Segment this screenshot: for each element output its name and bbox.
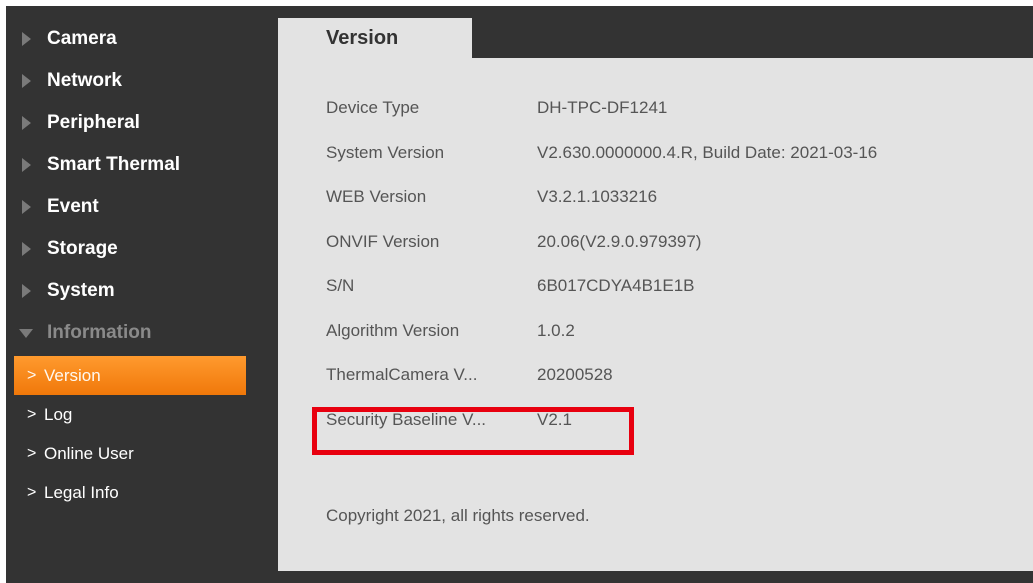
sidebar-subitem-label: Legal Info xyxy=(44,483,119,502)
sidebar-item-label: Storage xyxy=(47,238,118,259)
sidebar-subitem-legal-info[interactable]: > Legal Info xyxy=(14,473,246,512)
sidebar-item-peripheral[interactable]: Peripheral xyxy=(6,102,276,144)
sidebar-item-label: Network xyxy=(47,70,122,91)
info-value: DH-TPC-DF1241 xyxy=(537,98,668,117)
info-label: System Version xyxy=(326,142,445,162)
app-frame: Camera Network Peripheral Smart Thermal … xyxy=(6,6,1033,583)
info-value: 20200528 xyxy=(537,365,613,384)
sidebar-item-network[interactable]: Network xyxy=(6,60,276,102)
triangle-right-icon xyxy=(22,284,31,298)
sidebar-subitem-label: Online User xyxy=(44,444,134,463)
info-value: 20.06(V2.9.0.979397) xyxy=(537,231,702,251)
info-label: Device Type xyxy=(326,98,420,117)
triangle-right-icon xyxy=(22,242,31,256)
sidebar-subitem-log[interactable]: > Log xyxy=(14,395,246,434)
sidebar-item-label: System xyxy=(47,280,115,301)
chevron-right-icon: > xyxy=(27,367,37,384)
triangle-right-icon xyxy=(22,200,31,214)
chevron-right-icon: > xyxy=(27,484,37,501)
sidebar-item-smart-thermal[interactable]: Smart Thermal xyxy=(6,144,276,186)
triangle-right-icon xyxy=(22,74,31,88)
triangle-right-icon xyxy=(22,116,31,130)
version-panel: Device Type DH-TPC-DF1241 System Version… xyxy=(278,58,1033,571)
info-label: Algorithm Version xyxy=(326,320,460,340)
sidebar-item-storage[interactable]: Storage xyxy=(6,228,276,270)
info-label: ONVIF Version xyxy=(326,231,440,251)
chevron-right-icon: > xyxy=(27,445,37,462)
triangle-right-icon xyxy=(22,32,31,46)
highlight-box xyxy=(312,407,634,455)
triangle-down-icon xyxy=(19,329,33,338)
triangle-right-icon xyxy=(22,158,31,172)
sidebar-item-label: Smart Thermal xyxy=(47,154,181,175)
info-value: V3.2.1.1033216 xyxy=(537,187,658,206)
sidebar: Camera Network Peripheral Smart Thermal … xyxy=(6,18,276,512)
sidebar-item-label: Information xyxy=(47,322,152,343)
info-label: S/N xyxy=(326,276,355,295)
sidebar-subitem-version[interactable]: > Version xyxy=(14,356,246,395)
info-value: 1.0.2 xyxy=(537,320,575,340)
copyright-text: Copyright 2021, all rights reserved. xyxy=(326,506,590,525)
tab-version[interactable]: Version xyxy=(278,18,472,58)
sidebar-item-information[interactable]: Information xyxy=(6,312,276,354)
sidebar-subitem-online-user[interactable]: > Online User xyxy=(14,434,246,473)
sidebar-item-system[interactable]: System xyxy=(6,270,276,312)
sidebar-subitem-label: Version xyxy=(44,366,101,385)
info-label: WEB Version xyxy=(326,187,427,206)
sidebar-item-label: Event xyxy=(47,196,99,217)
information-submenu: > Version > Log > Online User > Legal In… xyxy=(6,356,276,512)
info-value: V2.630.0000000.4.R, Build Date: 2021-03-… xyxy=(537,142,878,162)
info-label: ThermalCamera V... xyxy=(326,365,478,384)
info-value: 6B017CDYA4B1E1B xyxy=(537,276,695,295)
chevron-right-icon: > xyxy=(27,406,37,423)
sidebar-subitem-label: Log xyxy=(44,405,73,424)
sidebar-item-camera[interactable]: Camera xyxy=(6,18,276,60)
sidebar-item-event[interactable]: Event xyxy=(6,186,276,228)
sidebar-item-label: Camera xyxy=(47,28,117,49)
sidebar-item-label: Peripheral xyxy=(47,112,140,133)
